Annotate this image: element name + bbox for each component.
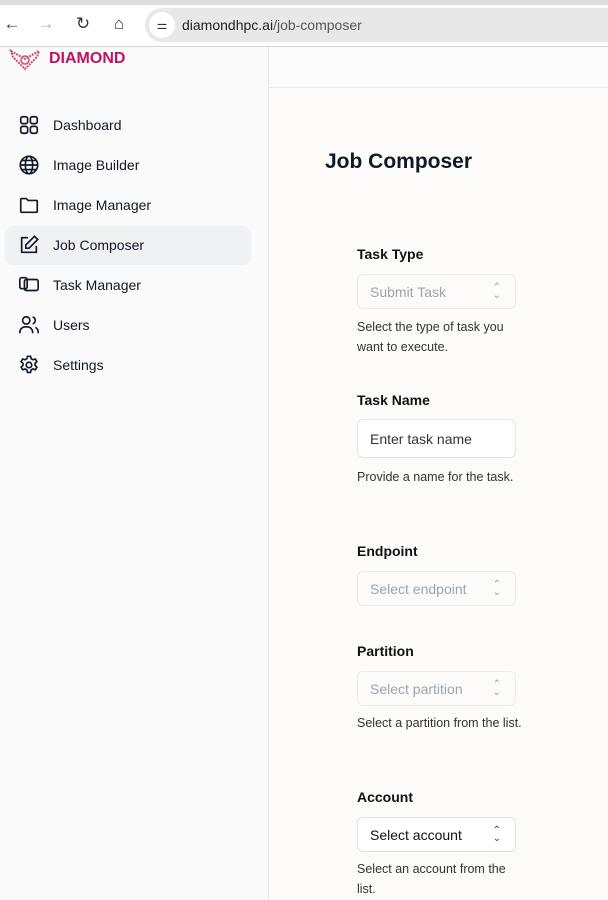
sidebar-item-label: Settings [53,357,104,373]
field-label: Endpoint [357,543,418,559]
sidebar-item-users[interactable]: Users [5,306,251,345]
select-placeholder: Select endpoint [370,581,467,597]
home-icon[interactable]: ⌂ [109,14,129,34]
users-icon [19,315,39,334]
page-title: Job Composer [325,150,473,173]
sidebar-item-label: Image Manager [53,197,152,213]
site-settings-icon[interactable]: ⚌ [149,12,175,38]
select-value: Submit Task [370,284,446,300]
url-path: /job-composer [273,17,362,33]
field-help: Select the type of task you want to exec… [357,320,504,354]
field-help: Provide a name for the task. [357,470,514,484]
sidebar-item-image-builder[interactable]: Image Builder [5,146,251,185]
field-help: Select an account from the list. [357,862,506,896]
field-label: Task Name [357,392,430,408]
chevron-up-down-icon: ⌃ ⌄ [492,825,501,844]
field-label: Account [357,789,413,805]
select-value: Select account [370,827,462,843]
sidebar-item-image-manager[interactable]: Image Manager [5,186,251,225]
main-content: Job Composer Task Type Submit Task ⌃ ⌄ Sel… [269,47,608,900]
field-label: Task Type [357,246,424,262]
address-bar[interactable]: ⚌ diamondhpc.ai/job-composer [145,8,608,42]
sidebar-item-job-composer[interactable]: Job Composer [5,226,251,265]
field-help: Select a partition from the list. [357,716,522,730]
task-name-input[interactable]: Enter task name [357,419,516,458]
brand-name: DIAMOND [49,50,126,67]
tab-strip [0,0,608,5]
folder-icon [19,197,39,214]
partition-select[interactable]: Select partition ⌃ ⌄ [357,671,516,706]
sidebar-item-label: Dashboard [53,117,122,133]
chevron-up-down-icon: ⌃ ⌄ [492,282,501,301]
url-host: diamondhpc.ai [182,17,274,33]
main-header [269,47,608,88]
sidebar-item-task-manager[interactable]: Task Manager [5,266,251,305]
globe-icon [19,155,39,175]
endpoint-select[interactable]: Select endpoint ⌃ ⌄ [357,571,516,606]
sidebar-item-label: Users [53,317,90,333]
forward-icon[interactable]: → [36,14,56,34]
edit-icon [20,235,39,254]
task-type-select[interactable]: Submit Task ⌃ ⌄ [357,274,516,309]
sidebar-item-label: Job Composer [53,237,145,253]
input-placeholder: Enter task name [370,431,472,447]
url-text: diamondhpc.ai/job-composer [182,17,362,33]
diamond-logo-icon [9,49,41,71]
sidebar-item-dashboard[interactable]: Dashboard [5,106,251,145]
chevron-up-down-icon: ⌃ ⌄ [492,679,501,698]
grid-icon [19,115,39,135]
select-placeholder: Select partition [370,681,463,697]
chevron-up-down-icon: ⌃ ⌄ [492,579,501,598]
account-select[interactable]: Select account ⌃ ⌄ [357,817,516,852]
browser-toolbar: ← → ↻ ⌂ ⚌ diamondhpc.ai/job-composer [0,0,608,47]
sidebar-item-label: Task Manager [53,277,141,293]
windows-icon [19,276,39,292]
back-icon[interactable]: ← [2,14,22,34]
reload-icon[interactable]: ↻ [73,14,93,34]
sidebar-item-settings[interactable]: Settings [5,346,251,385]
gear-icon [20,355,38,374]
field-label: Partition [357,643,414,659]
sidebar-item-label: Image Builder [53,157,140,173]
sidebar: DIAMOND Dashboard Image Builder Image Ma… [0,47,269,900]
